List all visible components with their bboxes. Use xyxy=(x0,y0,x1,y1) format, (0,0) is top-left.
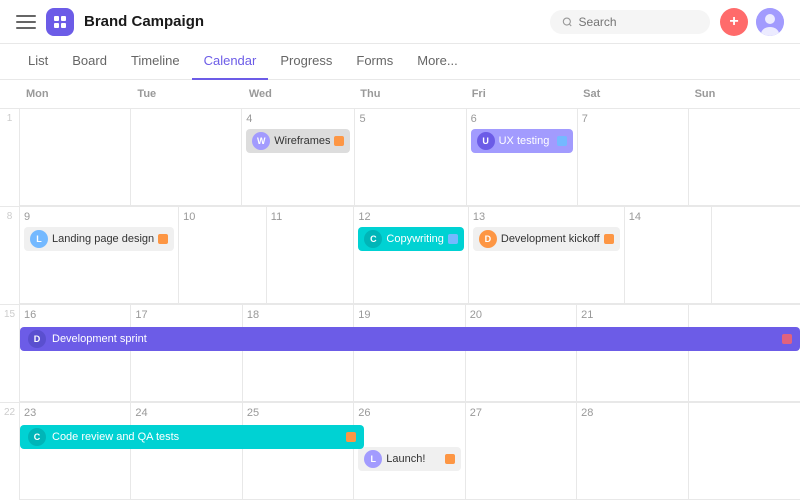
week-days-15: 16 17 18 19 20 21 D Development sprint xyxy=(20,305,800,402)
search-bar[interactable] xyxy=(550,10,710,34)
event-status-dot xyxy=(557,136,567,146)
day-cell: 9 L Landing page design xyxy=(20,207,179,304)
nav-board[interactable]: Board xyxy=(60,44,119,80)
app-icon xyxy=(46,8,74,36)
nav-timeline[interactable]: Timeline xyxy=(119,44,192,80)
week-row-15: 15 16 17 18 19 20 21 D Development sprin… xyxy=(0,305,800,403)
nav-forms[interactable]: Forms xyxy=(344,44,405,80)
event-avatar: L xyxy=(364,450,382,468)
week-days-1: 4 W Wireframes 5 6 U UX testing xyxy=(20,109,800,206)
week-days-8: 9 L Landing page design 10 11 12 C C xyxy=(20,207,800,304)
day-cell: 17 xyxy=(131,305,242,402)
nav: List Board Timeline Calendar Progress Fo… xyxy=(0,44,800,80)
day-header-mon: Mon xyxy=(20,80,131,108)
event-landing[interactable]: L Landing page design xyxy=(24,227,174,251)
day-cell: 7 xyxy=(578,109,689,206)
calendar-body: 1 4 W Wireframes 5 6 xyxy=(0,109,800,500)
day-cell: 20 xyxy=(466,305,577,402)
event-status-dot xyxy=(448,234,458,244)
event-avatar: D xyxy=(479,230,497,248)
event-avatar: W xyxy=(252,132,270,150)
week-num-22: 22 xyxy=(0,403,20,500)
day-cell: 12 C Copywriting xyxy=(354,207,468,304)
day-cell: 19 xyxy=(354,305,465,402)
calendar: Mon Tue Wed Thu Fri Sat Sun 1 4 W xyxy=(0,80,800,500)
day-headers: Mon Tue Wed Thu Fri Sat Sun xyxy=(0,80,800,109)
event-avatar: U xyxy=(477,132,495,150)
day-header-sat: Sat xyxy=(577,80,688,108)
event-avatar: C xyxy=(28,428,46,446)
day-cell: 13 D Development kickoff xyxy=(469,207,625,304)
day-header-thu: Thu xyxy=(354,80,465,108)
app-container: Brand Campaign + List Board Timeline Cal… xyxy=(0,0,800,500)
day-cell: 10 xyxy=(179,207,267,304)
day-cell xyxy=(689,403,800,500)
project-title: Brand Campaign xyxy=(84,13,550,30)
week-row-1: 1 4 W Wireframes 5 6 xyxy=(0,109,800,207)
day-cell xyxy=(131,109,242,206)
event-status-dot xyxy=(346,432,356,442)
week-num-8: 8 xyxy=(0,207,20,304)
week-num-1: 1 xyxy=(0,109,20,206)
day-cell xyxy=(689,109,800,206)
day-cell: 27 xyxy=(466,403,577,500)
nav-list[interactable]: List xyxy=(16,44,60,80)
event-avatar: L xyxy=(30,230,48,248)
nav-progress[interactable]: Progress xyxy=(268,44,344,80)
event-copywriting[interactable]: C Copywriting xyxy=(358,227,463,251)
day-cell: 24 xyxy=(131,403,242,500)
header: Brand Campaign + xyxy=(0,0,800,44)
day-cell xyxy=(712,207,800,304)
day-cell: 21 xyxy=(577,305,688,402)
event-ux-testing[interactable]: U UX testing xyxy=(471,129,573,153)
event-status-dot xyxy=(782,334,792,344)
week-num-15: 15 xyxy=(0,305,20,402)
event-status-dot xyxy=(334,136,344,146)
event-status-dot xyxy=(158,234,168,244)
day-cell: 6 U UX testing xyxy=(467,109,578,206)
day-cell xyxy=(689,305,800,402)
event-wireframes[interactable]: W Wireframes xyxy=(246,129,350,153)
day-cell: 23 xyxy=(20,403,131,500)
day-cell xyxy=(20,109,131,206)
day-cell: 26 L Launch! xyxy=(354,403,465,500)
day-cell: 5 xyxy=(355,109,466,206)
day-header-wed: Wed xyxy=(243,80,354,108)
day-cell: 11 xyxy=(267,207,355,304)
day-header-tue: Tue xyxy=(131,80,242,108)
menu-icon[interactable] xyxy=(16,15,36,29)
event-avatar: C xyxy=(364,230,382,248)
nav-calendar[interactable]: Calendar xyxy=(192,44,269,80)
event-status-dot xyxy=(604,234,614,244)
event-status-dot xyxy=(445,454,455,464)
day-cell: 25 xyxy=(243,403,354,500)
day-cell: 16 xyxy=(20,305,131,402)
day-header-sun: Sun xyxy=(689,80,800,108)
add-button[interactable]: + xyxy=(720,8,748,36)
search-input[interactable] xyxy=(579,15,698,29)
event-code-review[interactable]: C Code review and QA tests xyxy=(20,425,364,449)
avatar xyxy=(756,8,784,36)
day-header-fri: Fri xyxy=(466,80,577,108)
event-launch[interactable]: L Launch! xyxy=(358,447,460,471)
event-avatar: D xyxy=(28,330,46,348)
week-row-22: 22 23 24 25 26 L Launch! xyxy=(0,403,800,500)
day-cell: 4 W Wireframes xyxy=(242,109,355,206)
nav-more[interactable]: More... xyxy=(405,44,469,80)
day-cell: 14 xyxy=(625,207,713,304)
week-days-22: 23 24 25 26 L Launch! 27 28 xyxy=(20,403,800,500)
day-cell: 28 xyxy=(577,403,688,500)
week-row-8: 8 9 L Landing page design 10 11 12 xyxy=(0,207,800,305)
day-cell: 18 xyxy=(243,305,354,402)
event-dev-sprint[interactable]: D Development sprint xyxy=(20,327,800,351)
event-dev-kickoff[interactable]: D Development kickoff xyxy=(473,227,620,251)
